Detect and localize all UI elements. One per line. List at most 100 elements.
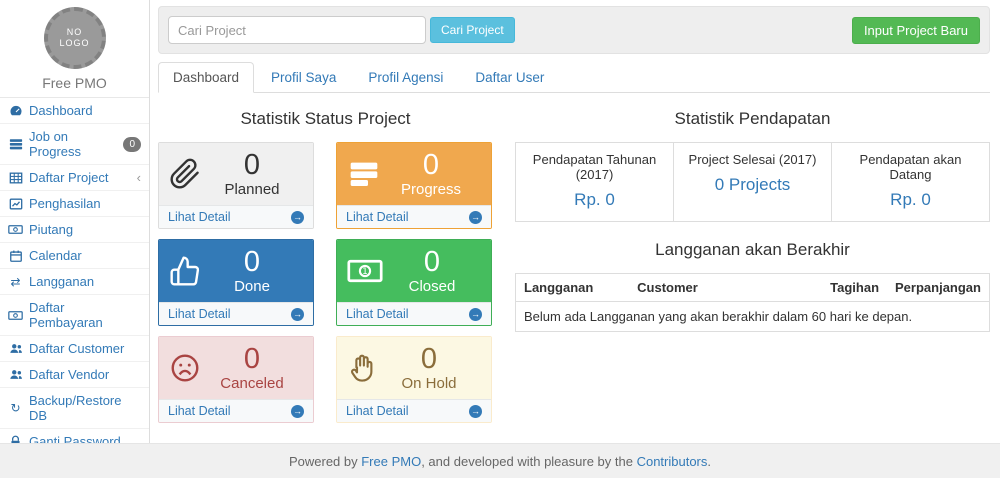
income-label: Pendapatan akan Datang xyxy=(838,152,983,182)
no-logo-badge: NO LOGO xyxy=(44,7,106,69)
thumbs-up-icon xyxy=(169,255,201,287)
main-area: Cari Project Input Project Baru Dashboar… xyxy=(150,0,1000,443)
arrow-circle-right-icon: → xyxy=(291,405,304,418)
money-icon xyxy=(8,223,23,236)
tab-dashboard[interactable]: Dashboard xyxy=(158,62,254,93)
status-card-heading: 0 Canceled xyxy=(159,337,313,399)
status-section-title: Statistik Status Project xyxy=(158,109,493,129)
lihat-detail-text: Lihat Detail xyxy=(346,404,409,418)
status-card-value: 0 xyxy=(381,150,481,180)
tab-profil-saya[interactable]: Profil Saya xyxy=(256,62,351,93)
income-value-tahunan[interactable]: Rp. 0 xyxy=(522,190,667,210)
sidebar-item-backup-restore-db[interactable]: ↻ Backup/Restore DB xyxy=(0,388,149,429)
column-header-langganan: Langganan xyxy=(516,274,630,302)
tab-daftar-user[interactable]: Daftar User xyxy=(460,62,559,93)
search-button[interactable]: Cari Project xyxy=(430,17,515,43)
arrow-circle-right-icon: → xyxy=(469,308,482,321)
status-card-stats: 0 Progress xyxy=(381,150,481,198)
brand-name: Free PMO xyxy=(0,75,149,91)
subscription-table-header-row: Langganan Customer Tagihan Perpanjangan xyxy=(516,274,990,302)
sidebar-item-daftar-vendor[interactable]: Daftar Vendor xyxy=(0,362,149,388)
income-section: Statistik Pendapatan Pendapatan Tahunan … xyxy=(515,107,990,423)
money-icon: 1 xyxy=(347,256,383,286)
subscription-table: Langganan Customer Tagihan Perpanjangan … xyxy=(515,273,990,332)
arrow-circle-right-icon: → xyxy=(469,211,482,224)
calendar-icon xyxy=(8,249,23,263)
users-icon xyxy=(8,368,23,381)
status-card-label: Progress xyxy=(381,181,481,198)
dashboard-icon xyxy=(8,104,23,118)
svg-text:1: 1 xyxy=(362,267,368,277)
status-card-heading: 0 Progress xyxy=(337,143,491,205)
sidebar-item-label: Piutang xyxy=(29,222,73,237)
lihat-detail-text: Lihat Detail xyxy=(168,404,231,418)
footer-link-contributors[interactable]: Contributors xyxy=(637,454,708,469)
sidebar-item-daftar-project[interactable]: Daftar Project ‹ xyxy=(0,165,149,191)
sidebar-item-dashboard[interactable]: Dashboard xyxy=(0,98,149,124)
footer-text-suffix: . xyxy=(707,454,711,469)
sidebar-item-piutang[interactable]: Piutang xyxy=(0,217,149,243)
sidebar-item-label: Langganan xyxy=(29,274,94,289)
footer-link-free-pmo[interactable]: Free PMO xyxy=(361,454,421,469)
lihat-detail-text: Lihat Detail xyxy=(346,307,409,321)
sidebar-item-daftar-pembayaran[interactable]: Daftar Pembayaran xyxy=(0,295,149,336)
status-card-label: On Hold xyxy=(377,375,481,392)
lihat-detail-link-canceled[interactable]: Lihat Detail → xyxy=(159,399,313,422)
status-card-progress: 0 Progress Lihat Detail → xyxy=(336,142,492,229)
status-card-canceled: 0 Canceled Lihat Detail → xyxy=(158,336,314,423)
income-label: Project Selesai (2017) xyxy=(680,152,825,167)
status-card-heading: 0 On Hold xyxy=(337,337,491,399)
lihat-detail-link-done[interactable]: Lihat Detail → xyxy=(159,302,313,325)
sidebar-item-label: Daftar Pembayaran xyxy=(29,300,141,330)
column-header-tagihan: Tagihan xyxy=(822,274,887,302)
status-card-value: 0 xyxy=(201,247,303,277)
subscription-empty-row: Belum ada Langganan yang akan berakhir d… xyxy=(516,302,990,332)
status-card-label: Planned xyxy=(201,181,303,198)
tab-profil-agensi[interactable]: Profil Agensi xyxy=(353,62,458,93)
sidebar-item-daftar-customer[interactable]: Daftar Customer xyxy=(0,336,149,362)
status-card-value: 0 xyxy=(383,247,481,277)
status-card-on-hold: 0 On Hold Lihat Detail → xyxy=(336,336,492,423)
arrow-circle-right-icon: → xyxy=(291,308,304,321)
line-chart-icon xyxy=(8,197,23,211)
lihat-detail-link-progress[interactable]: Lihat Detail → xyxy=(337,205,491,228)
status-card-stats: 0 On Hold xyxy=(377,344,481,392)
income-value-akan-datang[interactable]: Rp. 0 xyxy=(838,190,983,210)
status-card-planned: 0 Planned Lihat Detail → xyxy=(158,142,314,229)
footer-text-prefix: Powered by xyxy=(289,454,361,469)
status-card-value: 0 xyxy=(377,344,481,374)
status-cards-grid: 0 Planned Lihat Detail → xyxy=(158,142,493,423)
status-card-heading: 1 0 Closed xyxy=(337,240,491,302)
lihat-detail-link-closed[interactable]: Lihat Detail → xyxy=(337,302,491,325)
income-cell-tahunan: Pendapatan Tahunan (2017) Rp. 0 xyxy=(516,143,673,221)
money-icon xyxy=(8,309,23,322)
income-section-title: Statistik Pendapatan xyxy=(515,109,990,129)
status-card-label: Canceled xyxy=(201,375,303,392)
lihat-detail-text: Lihat Detail xyxy=(168,210,231,224)
income-value-selesai[interactable]: 0 Projects xyxy=(680,175,825,195)
users-icon xyxy=(8,342,23,355)
status-card-stats: 0 Planned xyxy=(201,150,303,198)
status-card-value: 0 xyxy=(201,344,303,374)
sidebar-item-penghasilan[interactable]: Penghasilan xyxy=(0,191,149,217)
tab-bar: Dashboard Profil Saya Profil Agensi Daft… xyxy=(158,62,990,93)
sidebar-item-calendar[interactable]: Calendar xyxy=(0,243,149,269)
income-cell-akan-datang: Pendapatan akan Datang Rp. 0 xyxy=(831,143,989,221)
tasks-icon xyxy=(347,158,381,190)
sidebar-item-job-on-progress[interactable]: Job on Progress 0 xyxy=(0,124,149,165)
paperclip-icon xyxy=(169,157,201,191)
search-input[interactable] xyxy=(168,16,426,44)
status-card-closed: 1 0 Closed Lihat Detail → xyxy=(336,239,492,326)
lihat-detail-link-planned[interactable]: Lihat Detail → xyxy=(159,205,313,228)
lihat-detail-link-on-hold[interactable]: Lihat Detail → xyxy=(337,399,491,422)
table-icon xyxy=(8,171,23,185)
income-label: Pendapatan Tahunan (2017) xyxy=(522,152,667,182)
sidebar: NO LOGO Free PMO Dashboard Job on Progre xyxy=(0,0,150,443)
status-card-label: Done xyxy=(201,278,303,295)
new-project-button[interactable]: Input Project Baru xyxy=(852,17,980,44)
tasks-icon xyxy=(8,137,23,151)
sidebar-menu: Dashboard Job on Progress 0 Daftar Proje… xyxy=(0,98,149,478)
page-footer: Powered by Free PMO, and developed with … xyxy=(0,443,1000,478)
sidebar-item-langganan[interactable]: ⇄ Langganan xyxy=(0,269,149,295)
footer-text-middle: , and developed with pleasure by the xyxy=(421,454,636,469)
